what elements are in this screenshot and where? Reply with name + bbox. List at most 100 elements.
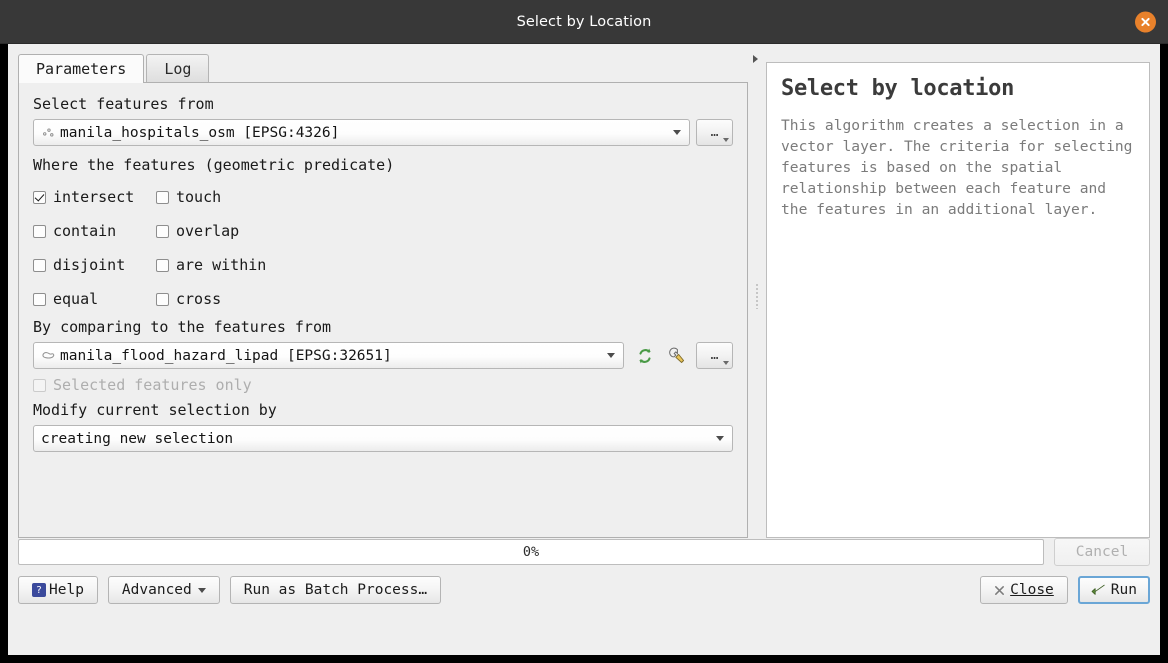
progress-value: 0% [523,544,539,560]
predicate-cross-label: cross [176,290,221,308]
chevron-down-icon [607,353,615,358]
input-layer-more-button[interactable]: … [696,119,733,146]
predicate-touch-label: touch [176,188,221,206]
checkbox-selected-features-only [33,379,46,392]
green-arrow-icon [1091,583,1106,597]
checkbox-equal[interactable] [33,293,46,306]
predicate-row: intersect touch [33,180,733,214]
modify-selection-combo[interactable]: creating new selection [33,425,733,452]
compare-layer-value: manila_flood_hazard_lipad [EPSG:32651] [60,348,601,364]
predicate-row: equal cross [33,282,733,316]
predicate-overlap-label: overlap [176,222,239,240]
advanced-button-label: Advanced [122,582,192,598]
input-layer-label: Select features from [33,95,733,114]
content-split: Parameters Log Select features from [8,44,1160,538]
help-button-label: Help [49,582,84,598]
predicate-contain-label: contain [53,222,116,240]
tab-log-label: Log [164,60,191,78]
algorithm-help-panel: Select by location This algorithm create… [766,62,1150,538]
compare-layer-row: manila_flood_hazard_lipad [EPSG:32651] [33,342,733,369]
selected-features-only: Selected features only [33,376,252,394]
tab-bar: Parameters Log [18,53,748,82]
dialog-body: Parameters Log Select features from [8,44,1160,655]
selected-features-only-row: Selected features only [33,369,733,401]
parameters-column: Parameters Log Select features from [18,53,748,538]
wrench-icon [665,345,687,367]
cancel-button[interactable]: Cancel [1054,538,1150,566]
panel-splitter[interactable] [748,53,766,538]
close-icon [1140,16,1151,27]
run-as-batch-button[interactable]: Run as Batch Process… [230,576,441,604]
iterate-over-features-button[interactable] [631,342,659,369]
x-icon [994,585,1005,596]
selected-features-only-label: Selected features only [53,376,252,394]
predicate-are-within-label: are within [176,256,266,274]
run-as-batch-label: Run as Batch Process… [244,582,427,598]
run-button-label: Run [1111,582,1137,598]
predicate-contain[interactable]: contain [33,222,156,240]
compare-layer-more-button[interactable]: … [696,342,733,369]
compare-layer-label: By comparing to the features from [33,318,733,337]
splitter-grip-icon [756,283,758,309]
chevron-down-icon [673,130,681,135]
predicate-disjoint-label: disjoint [53,256,125,274]
tab-log[interactable]: Log [146,54,209,82]
input-layer-value: manila_hospitals_osm [EPSG:4326] [60,125,667,141]
help-title: Select by location [781,76,1135,101]
parameters-panel: Select features from manila_hospitals_os… [18,82,748,538]
help-button[interactable]: ? Help [18,576,98,604]
checkbox-intersect[interactable] [33,191,46,204]
checkbox-disjoint[interactable] [33,259,46,272]
chevron-down-icon [198,588,206,593]
advanced-options-button[interactable] [662,342,690,369]
predicate-intersect-label: intersect [53,188,134,206]
input-layer-combo[interactable]: manila_hospitals_osm [EPSG:4326] [33,119,690,146]
cancel-button-label: Cancel [1076,544,1128,560]
modify-selection-row: creating new selection [33,425,733,452]
input-layer-row: manila_hospitals_osm [EPSG:4326] … [33,119,733,146]
predicate-disjoint[interactable]: disjoint [33,256,156,274]
run-button[interactable]: Run [1078,576,1150,604]
chevron-down-icon [723,138,729,142]
predicate-equal-label: equal [53,290,98,308]
predicate-checkbox-grid: intersect touch contain [33,180,733,316]
advanced-button[interactable]: Advanced [108,576,220,604]
predicate-are-within[interactable]: are within [156,256,266,274]
checkbox-overlap[interactable] [156,225,169,238]
predicate-overlap[interactable]: overlap [156,222,239,240]
predicate-row: contain overlap [33,214,733,248]
predicate-touch[interactable]: touch [156,188,221,206]
compare-layer-more-label: … [711,348,719,363]
checkbox-cross[interactable] [156,293,169,306]
window-title: Select by Location [517,14,652,30]
iterate-refresh-icon [635,346,655,366]
help-body: This algorithm creates a selection in a … [781,115,1135,220]
dialog-footer: 0% Cancel ? Help Advanced Run as Batch P… [8,538,1160,615]
compare-layer-combo[interactable]: manila_flood_hazard_lipad [EPSG:32651] [33,342,624,369]
close-button-label: Close [1010,582,1054,598]
progress-row: 0% Cancel [18,538,1150,566]
progress-bar: 0% [18,539,1044,565]
title-bar: Select by Location [0,0,1168,44]
checkbox-touch[interactable] [156,191,169,204]
point-layer-icon [41,125,56,140]
tab-parameters-label: Parameters [36,60,126,78]
predicate-cross[interactable]: cross [156,290,221,308]
question-mark-icon: ? [32,583,46,597]
footer-buttons: ? Help Advanced Run as Batch Process… [18,575,1150,605]
checkbox-contain[interactable] [33,225,46,238]
window-close-button[interactable] [1135,11,1156,32]
modify-selection-label: Modify current selection by [33,401,733,420]
predicate-intersect[interactable]: intersect [33,188,156,206]
input-layer-more-label: … [711,125,719,140]
splitter-collapse-icon[interactable] [753,55,758,63]
chevron-down-icon [716,436,724,441]
modify-selection-value: creating new selection [41,431,710,447]
chevron-down-icon [723,361,729,365]
checkbox-are-within[interactable] [156,259,169,272]
tab-parameters[interactable]: Parameters [18,54,144,83]
predicate-label: Where the features (geometric predicate) [33,156,733,175]
polygon-layer-icon [41,348,56,363]
predicate-equal[interactable]: equal [33,290,156,308]
close-button[interactable]: Close [980,576,1068,604]
